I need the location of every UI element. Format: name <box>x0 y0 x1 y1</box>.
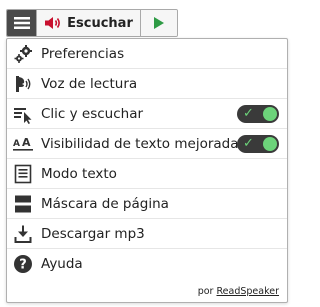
check-icon: ✓ <box>243 106 254 121</box>
gears-icon <box>13 44 33 64</box>
menu-item-label: Visibilidad de texto mejorada <box>41 135 239 152</box>
menu-item-label: Ayuda <box>41 256 83 272</box>
menu-item-voz-de-lectura[interactable]: Voz de lectura <box>7 69 287 99</box>
menu-item-ayuda[interactable]: ? Ayuda <box>7 249 287 279</box>
menu-item-preferencias[interactable]: Preferencias <box>7 39 287 69</box>
svg-text:A: A <box>22 136 31 149</box>
listen-button[interactable]: Escuchar <box>37 10 141 36</box>
menu-item-label: Clic y escuchar <box>41 105 144 122</box>
toggle-knob <box>263 137 277 151</box>
settings-menu: Preferencias Voz de lectura Clic y escuc… <box>6 38 288 303</box>
text-visibility-toggle[interactable]: ✓ <box>237 135 279 153</box>
readspeaker-link[interactable]: ReadSpeaker <box>216 286 279 297</box>
click-listen-icon <box>13 104 33 124</box>
hamburger-icon <box>13 17 30 29</box>
menu-item-descargar-mp3[interactable]: Descargar mp3 <box>7 219 287 249</box>
speaker-icon <box>45 17 61 29</box>
play-button[interactable] <box>141 10 177 36</box>
click-listen-toggle[interactable]: ✓ <box>237 105 279 123</box>
menu-item-clic-y-escuchar[interactable]: Clic y escuchar ✓ <box>7 99 287 129</box>
text-mode-icon <box>13 164 33 184</box>
text-visibility-icon: A A <box>13 134 33 154</box>
menu-item-label: Descargar mp3 <box>41 225 145 242</box>
menu-item-mascara-de-pagina[interactable]: Máscara de página <box>7 189 287 219</box>
listen-label: Escuchar <box>67 15 133 31</box>
powered-by: por ReadSpeaker <box>198 286 279 297</box>
help-icon: ? <box>13 254 33 274</box>
footer-prefix: por <box>197 286 214 297</box>
menu-item-modo-texto[interactable]: Modo texto <box>7 159 287 189</box>
page-mask-icon <box>13 194 33 214</box>
download-icon <box>13 224 33 244</box>
menu-item-label: Voz de lectura <box>41 75 138 92</box>
toggle-knob <box>263 107 277 121</box>
svg-text:?: ? <box>19 258 27 273</box>
check-icon: ✓ <box>243 136 254 151</box>
menu-item-label: Modo texto <box>41 165 117 182</box>
voice-icon <box>13 74 33 94</box>
play-icon <box>154 17 164 29</box>
svg-text:A: A <box>13 139 20 149</box>
menu-item-label: Preferencias <box>41 45 125 62</box>
menu-item-label: Máscara de página <box>41 195 169 212</box>
menu-button[interactable] <box>7 10 37 36</box>
menu-item-visibilidad-texto[interactable]: A A Visibilidad de texto mejorada ✓ <box>7 129 287 159</box>
readspeaker-toolbar: Escuchar <box>6 9 178 37</box>
